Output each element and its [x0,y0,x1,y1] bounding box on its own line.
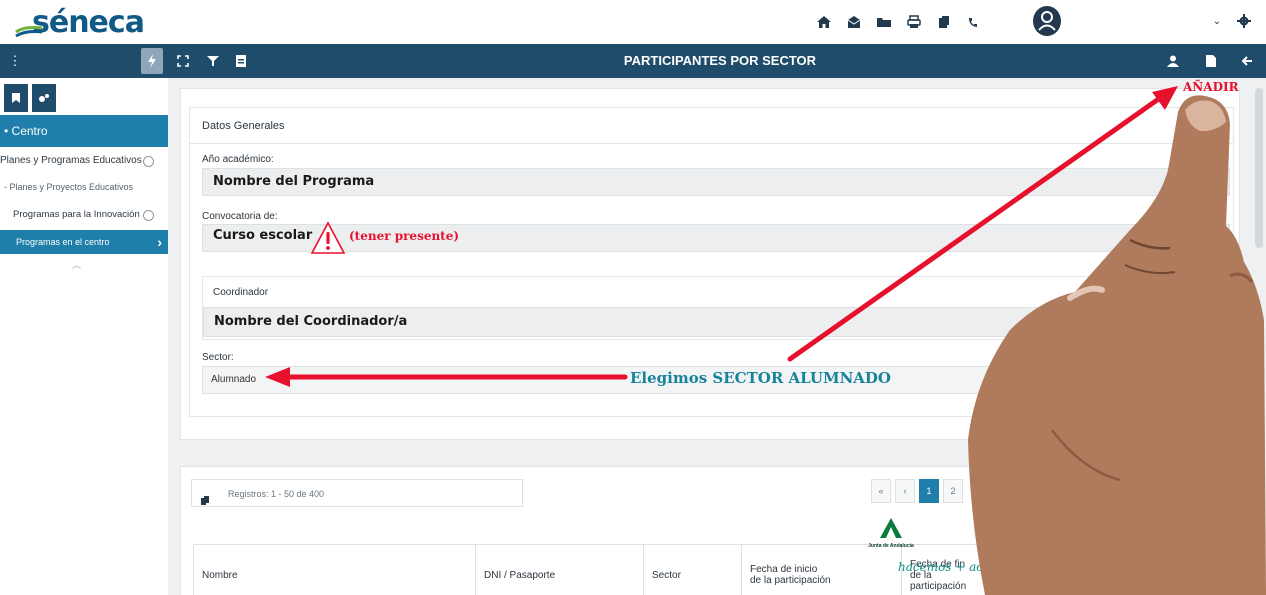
call-label: Convocatoria de: [202,211,278,222]
sector-label: Sector: [202,352,234,363]
chevron-up-icon[interactable]: ︿ [72,258,81,271]
records-text: Registros: 1 - 50 de 400 [228,489,325,499]
title-bar: ⋮ PARTICIPANTES POR SECTOR [0,44,1266,78]
program-name-field[interactable]: Nombre del Programa [202,168,1230,196]
sidebar-item-label: Programas para la Innovación [13,209,140,220]
folder-icon[interactable] [870,8,898,36]
sidebar-item-label: Programas en el centro [16,237,110,247]
year-label: Año académico: [202,154,274,165]
top-toolbar [810,8,990,36]
screen: séneca ⌄ ⋮ PARTICIPANTES POR SECTOR • Ce… [0,0,1266,595]
section-title: Datos Generales [190,108,1233,144]
back-arrow-icon[interactable] [1232,44,1262,78]
coordinator-label: Coordinador [213,287,269,298]
sidebar-item-label: - Planes y Proyectos Educativos [4,182,134,192]
junta-logo: Junta de Andalucía [866,518,916,549]
prev-page-button[interactable]: ‹ [895,479,915,503]
copy-icon[interactable] [930,8,958,36]
page-2-button[interactable]: 2 [943,479,963,503]
cogs-icon[interactable] [32,84,56,112]
col-dni[interactable]: DNI / Pasaporte [476,545,644,595]
general-data-panel: Datos Generales Año académico: Nombre de… [180,88,1240,440]
sidebar-item-planes-programas[interactable]: Planes y Programas Educativos [0,154,168,174]
logo-text: séneca [32,5,145,40]
home-icon[interactable] [810,8,838,36]
print-icon[interactable] [900,8,928,36]
junta-logo-icon [880,518,902,538]
sidebar: • Centro Planes y Programas Educativos -… [0,78,168,595]
bookmark-icon[interactable] [4,84,28,112]
first-page-button[interactable]: « [871,479,891,503]
sector-annotation: Elegimos SECTOR ALUMNADO [630,369,891,387]
junta-logo-text: Junta de Andalucía [868,543,914,549]
mail-icon[interactable] [840,8,868,36]
slogan: hacemos + acompañamos [898,560,1057,574]
chevron-right-icon: › [157,234,162,250]
add-user-icon[interactable] [1159,44,1189,78]
gear-icon[interactable] [1233,10,1255,32]
col-fecha-inicio[interactable]: Fecha de inicio de la participación [742,545,902,595]
col-sector[interactable]: Sector [644,545,742,595]
page-1-button[interactable]: 1 [919,479,939,503]
sidebar-tabs [0,78,168,112]
logo-waves-icon [15,26,43,38]
participants-table: Nombre DNI / Pasaporte Sector Fecha de i… [193,544,1243,595]
copy-icon[interactable] [200,489,210,517]
seneca-logo[interactable]: séneca [14,2,145,40]
sidebar-item-planes-proyectos[interactable]: - Planes y Proyectos Educativos [0,182,168,200]
phone-icon[interactable] [960,8,988,36]
scrollbar[interactable] [1255,88,1263,248]
warning-note: (tener presente) [349,229,460,243]
coordinator-box: Coordinador Nombre del Coordinador/a [202,276,1230,340]
records-count: Registros: 1 - 50 de 400 [191,479,523,507]
chevron-down-icon[interactable]: ⌄ [1206,10,1228,32]
col-nombre[interactable]: Nombre [194,545,476,595]
sidebar-item-programas-centro[interactable]: Programas en el centro › [0,230,168,254]
top-bar: séneca ⌄ [0,0,1266,44]
coordinator-field[interactable]: Nombre del Coordinador/a [203,307,1229,337]
user-icon[interactable] [1033,6,1061,36]
collapse-icon[interactable] [143,210,154,221]
sidebar-item-innovacion[interactable]: Programas para la Innovación [0,209,168,227]
add-annotation: AÑADIR [1183,80,1239,94]
records-panel: Registros: 1 - 50 de 400 « ‹ 1 2 Nombre … [180,466,1243,595]
collapse-icon[interactable] [143,156,154,167]
sidebar-item-label: Planes y Programas Educativos [0,155,142,166]
page-title: PARTICIPANTES POR SECTOR [623,53,817,68]
document-icon[interactable] [1196,44,1226,78]
sidebar-item-centro[interactable]: • Centro [0,115,168,147]
